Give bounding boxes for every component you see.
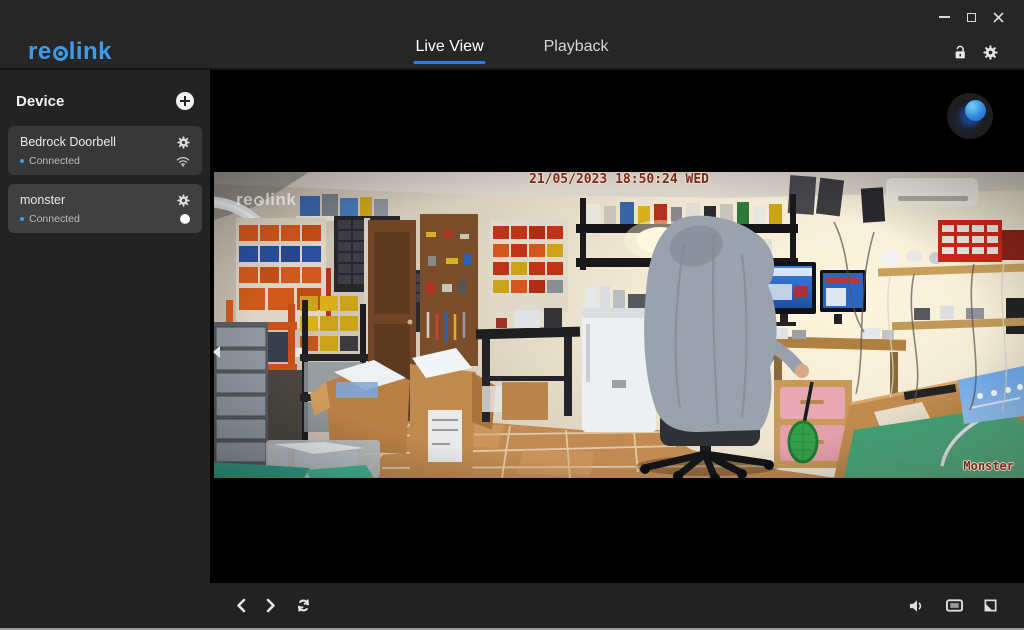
status-label: Connected	[29, 155, 80, 167]
fullscreen-icon[interactable]	[983, 598, 998, 613]
reolink-watermark: re link	[236, 190, 296, 210]
lens-icon	[180, 214, 190, 224]
top-bar: re link Live View Playback	[0, 0, 1024, 70]
tab-live-view-label: Live View	[415, 38, 483, 55]
close-icon[interactable]	[991, 9, 1005, 25]
utility-buttons	[953, 45, 998, 60]
device-title: Device	[16, 93, 64, 110]
status-dot	[20, 159, 24, 163]
window-controls	[937, 9, 1005, 25]
workshop-scene	[214, 172, 1024, 478]
device-card-bedrock-doorbell[interactable]: Bedrock Doorbell Connected	[8, 126, 202, 175]
watermark-text-link: link	[265, 190, 296, 210]
tab-live-view[interactable]: Live View	[415, 38, 483, 62]
osd-timestamp: 21/05/2023 18:50:24 WED	[529, 172, 709, 187]
reolink-logo: re link	[28, 38, 112, 66]
tab-playback[interactable]: Playback	[544, 38, 609, 62]
status-label: Connected	[29, 213, 80, 225]
device-name: Bedrock Doorbell	[20, 135, 116, 149]
logo-lens-icon	[53, 46, 68, 61]
device-header: Device	[0, 70, 210, 126]
tab-playback-label: Playback	[544, 38, 609, 55]
volume-icon[interactable]	[909, 599, 926, 613]
device-settings-gear-icon[interactable]	[177, 194, 190, 207]
minimize-icon[interactable]	[937, 9, 951, 25]
device-card-monster[interactable]: monster Connected	[8, 184, 202, 233]
osd-camera-name: Monster	[963, 459, 1014, 473]
ptz-joystick-ball[interactable]	[965, 100, 986, 121]
control-group-left	[236, 598, 311, 613]
wifi-icon	[176, 156, 190, 167]
status-dot	[20, 217, 24, 221]
settings-gear-icon[interactable]	[983, 45, 998, 60]
display-icon[interactable]	[946, 599, 963, 612]
unlock-icon[interactable]	[953, 45, 967, 60]
add-device-button[interactable]	[176, 92, 194, 110]
collapse-sidebar-arrow[interactable]	[212, 344, 224, 360]
previous-icon[interactable]	[236, 598, 246, 613]
reolink-client-window: re link Live View Playback	[0, 0, 1024, 630]
next-icon[interactable]	[266, 598, 276, 613]
device-settings-gear-icon[interactable]	[177, 136, 190, 149]
device-sidebar: Device Bedrock Doorbell	[0, 70, 210, 628]
refresh-icon[interactable]	[296, 598, 311, 613]
ptz-joystick-button[interactable]	[947, 93, 993, 139]
watermark-text-re: re	[236, 190, 253, 210]
logo-text-re: re	[28, 38, 52, 66]
playback-control-bar	[210, 583, 1024, 628]
main-tabs: Live View Playback	[415, 0, 608, 70]
live-view-stage: re link 21/05/2023 18:50:24 WED Monster	[210, 70, 1024, 583]
device-name: monster	[20, 193, 65, 207]
logo-text-link: link	[69, 38, 112, 66]
control-group-right	[909, 598, 998, 613]
maximize-icon[interactable]	[964, 9, 978, 25]
device-status: Connected	[20, 155, 80, 167]
camera-video-feed[interactable]: re link 21/05/2023 18:50:24 WED Monster	[214, 172, 1024, 478]
device-status: Connected	[20, 213, 80, 225]
watermark-lens-icon	[254, 196, 264, 206]
